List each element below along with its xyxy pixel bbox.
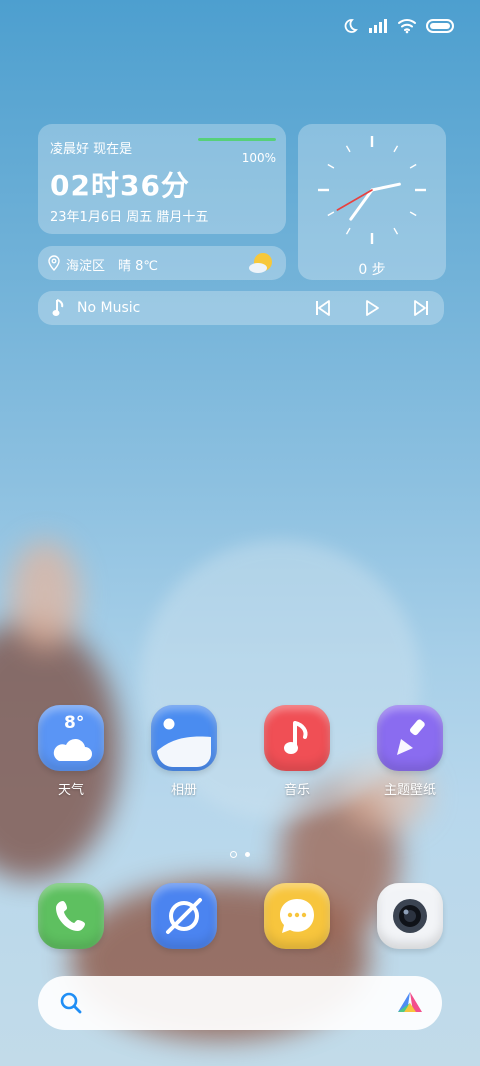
page-dot-1[interactable] bbox=[230, 851, 237, 858]
app-label: 主题壁纸 bbox=[383, 783, 436, 798]
gallery-icon bbox=[151, 705, 217, 771]
planet-icon bbox=[166, 898, 202, 934]
minute-hand bbox=[349, 188, 374, 221]
gallery-sail-icon bbox=[157, 718, 211, 767]
wifi-icon bbox=[398, 19, 416, 34]
analog-clock bbox=[318, 136, 426, 244]
page-indicator bbox=[0, 851, 480, 858]
clock-tick bbox=[409, 163, 417, 169]
battery-bar bbox=[198, 138, 276, 141]
phone-handset-icon bbox=[56, 901, 85, 931]
second-hand bbox=[336, 189, 373, 211]
hour-hand bbox=[370, 182, 401, 192]
next-track-icon[interactable] bbox=[412, 299, 430, 317]
sun-cloud-icon bbox=[249, 253, 272, 273]
assistant-logo-icon[interactable] bbox=[396, 990, 424, 1016]
previous-track-icon[interactable] bbox=[314, 299, 332, 317]
play-icon[interactable] bbox=[363, 299, 381, 317]
music-widget[interactable]: No Music bbox=[38, 291, 444, 325]
app-music[interactable]: 音乐 bbox=[257, 705, 337, 798]
theme-brush-icon bbox=[377, 705, 443, 771]
battery-bar-fill bbox=[198, 138, 276, 141]
clock-tick bbox=[393, 227, 399, 235]
app-weather[interactable]: 8° 天气 bbox=[31, 705, 111, 798]
app-gallery[interactable]: 相册 bbox=[144, 705, 224, 798]
music-note-icon bbox=[284, 721, 308, 754]
camera-lens-icon bbox=[393, 899, 427, 933]
battery-icon bbox=[426, 19, 454, 33]
brush-icon bbox=[397, 719, 425, 755]
weather-location-widget[interactable]: 海淀区 晴 8℃ bbox=[38, 246, 286, 280]
clock-tick bbox=[327, 163, 335, 169]
app-label: 相册 bbox=[170, 783, 197, 798]
moon-icon bbox=[344, 19, 358, 33]
app-themes[interactable]: 主题壁纸 bbox=[370, 705, 450, 798]
camera-icon[interactable] bbox=[377, 883, 443, 949]
clock-tick bbox=[393, 145, 399, 153]
music-icon bbox=[264, 705, 330, 771]
location-text: 海淀区 bbox=[66, 259, 106, 274]
weather-icon: 8° bbox=[38, 705, 104, 771]
search-icon bbox=[60, 992, 82, 1014]
messages-icon[interactable] bbox=[264, 883, 330, 949]
phone-icon[interactable] bbox=[38, 883, 104, 949]
time-text: 02时36分 bbox=[50, 169, 190, 202]
clock-tick bbox=[327, 211, 335, 217]
music-note-icon bbox=[52, 299, 64, 316]
status-bar bbox=[342, 18, 454, 34]
greeting-widget[interactable]: 凌晨好 现在是 100% 02时36分 23年1月6日 周五 腊月十五 bbox=[38, 124, 286, 234]
dock bbox=[0, 883, 480, 953]
battery-percent: 100% bbox=[241, 151, 276, 165]
weather-temp: 8° bbox=[64, 713, 85, 733]
clock-tick bbox=[345, 227, 351, 235]
browser-icon[interactable] bbox=[151, 883, 217, 949]
search-bar[interactable] bbox=[38, 976, 442, 1030]
page-dot-2[interactable] bbox=[245, 852, 250, 857]
signal-icon bbox=[369, 19, 387, 33]
clock-widget[interactable]: 0 步 bbox=[298, 124, 446, 280]
music-title: No Music bbox=[77, 300, 141, 316]
weather-condition: 晴 8℃ bbox=[118, 259, 159, 274]
clock-tick bbox=[409, 211, 417, 217]
date-text: 23年1月6日 周五 腊月十五 bbox=[50, 210, 209, 225]
steps-text: 0 步 bbox=[358, 262, 386, 278]
location-pin-icon bbox=[48, 255, 60, 271]
cloud-icon bbox=[53, 738, 92, 761]
chat-bubble-icon bbox=[280, 899, 314, 933]
greeting-text: 凌晨好 现在是 bbox=[50, 142, 133, 157]
app-label: 天气 bbox=[57, 783, 84, 798]
clock-tick bbox=[345, 145, 351, 153]
app-label: 音乐 bbox=[283, 783, 310, 798]
